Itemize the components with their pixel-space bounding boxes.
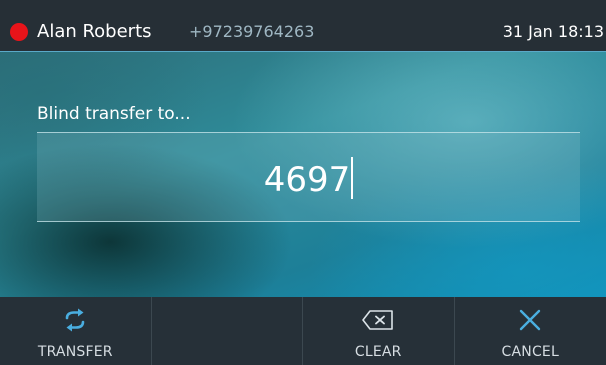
text-cursor	[351, 157, 354, 199]
transfer-arrows-icon	[0, 305, 151, 335]
transfer-prompt-label: Blind transfer to...	[37, 104, 191, 124]
transfer-panel: Blind transfer to... 4697	[0, 52, 606, 297]
clear-button[interactable]: CLEAR	[303, 297, 455, 365]
transfer-button-label: TRANSFER	[37, 344, 113, 360]
caller-number: +97239764263	[189, 22, 315, 41]
call-status-indicator	[10, 23, 28, 41]
close-icon	[455, 305, 606, 335]
phone-screen: Alan Roberts +97239764263 31 Jan 18:13 B…	[0, 0, 606, 365]
date-time: 31 Jan 18:13	[502, 22, 604, 41]
backspace-icon	[303, 305, 454, 335]
transfer-number-value: 4697	[263, 160, 351, 200]
cancel-button-label: CANCEL	[501, 344, 559, 360]
transfer-button[interactable]: TRANSFER	[0, 297, 152, 365]
empty-softkey[interactable]	[152, 297, 303, 365]
transfer-number-input[interactable]: 4697	[37, 132, 580, 222]
cancel-button[interactable]: CANCEL	[455, 297, 606, 365]
softkey-bar: TRANSFER CLEAR CANCEL	[0, 297, 606, 365]
caller-name: Alan Roberts	[37, 21, 152, 42]
status-bar: Alan Roberts +97239764263 31 Jan 18:13	[0, 0, 606, 52]
transfer-number-display: 4697	[37, 157, 580, 200]
clear-button-label: CLEAR	[354, 344, 402, 360]
